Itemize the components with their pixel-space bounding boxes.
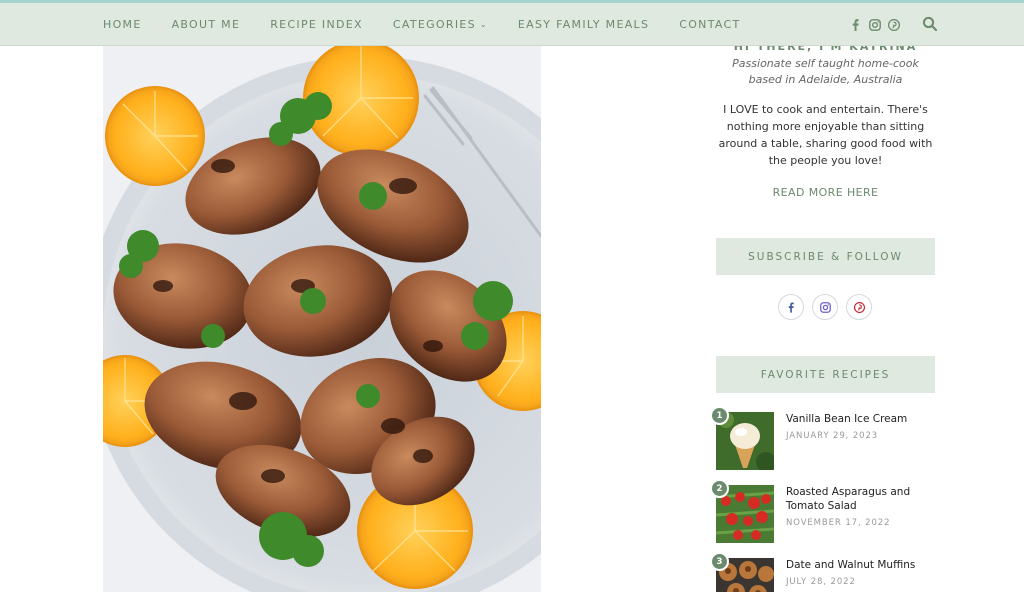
pinterest-icon[interactable] [884,18,903,31]
subscribe-social-links [778,294,872,320]
recipe-title[interactable]: Roasted Asparagus and Tomato Salad [786,485,931,513]
recipe-date: JANUARY 29, 2023 [786,431,879,441]
read-more-link[interactable]: READ MORE HERE [716,186,935,199]
nav-social-links [846,3,903,46]
main-navigation: HOME ABOUT ME RECIPE INDEX CATEGORIES ⌄ … [0,3,1024,46]
nav-menu: HOME ABOUT ME RECIPE INDEX CATEGORIES ⌄ … [103,3,771,46]
favorite-recipes-heading: FAVORITE RECIPES [716,356,935,393]
nav-item-about-me[interactable]: ABOUT ME [172,18,241,31]
chevron-down-icon: ⌄ [479,20,488,29]
favorite-recipe-item[interactable]: 3 Date and Walnut Muffins JULY 28, 2022 [710,552,935,592]
nav-item-contact[interactable]: CONTACT [679,18,740,31]
favorite-recipe-item[interactable]: 1 Vanilla Bean Ice Cream JANUARY 29, 202… [710,406,935,472]
favorite-recipe-item[interactable]: 2 Roasted Asparagus and Tomato Salad NOV… [710,479,935,545]
nav-item-recipe-index[interactable]: RECIPE INDEX [270,18,363,31]
recipe-rank-badge: 2 [710,479,729,498]
facebook-icon[interactable] [778,294,804,320]
about-tagline: Passionate self taught home-cook based i… [732,57,919,86]
instagram-icon[interactable] [812,294,838,320]
recipe-date: JULY 28, 2022 [786,577,856,587]
search-icon[interactable] [922,16,938,32]
recipe-hero-image [103,46,541,592]
nav-item-easy-family-meals[interactable]: EASY FAMILY MEALS [518,18,649,31]
about-body: I LOVE to cook and entertain. There's no… [718,103,933,167]
pinterest-icon[interactable] [846,294,872,320]
subscribe-heading: SUBSCRIBE & FOLLOW [716,238,935,275]
recipe-title[interactable]: Vanilla Bean Ice Cream [786,412,931,426]
nav-item-categories[interactable]: CATEGORIES ⌄ [393,18,488,31]
recipe-date: NOVEMBER 17, 2022 [786,518,891,528]
recipe-rank-badge: 1 [710,406,729,425]
nav-item-categories-label: CATEGORIES [392,18,476,31]
recipe-title[interactable]: Date and Walnut Muffins [786,558,931,572]
instagram-icon[interactable] [865,18,884,31]
nav-item-home[interactable]: HOME [103,18,142,31]
recipe-rank-badge: 3 [710,552,729,571]
facebook-icon[interactable] [846,18,865,31]
